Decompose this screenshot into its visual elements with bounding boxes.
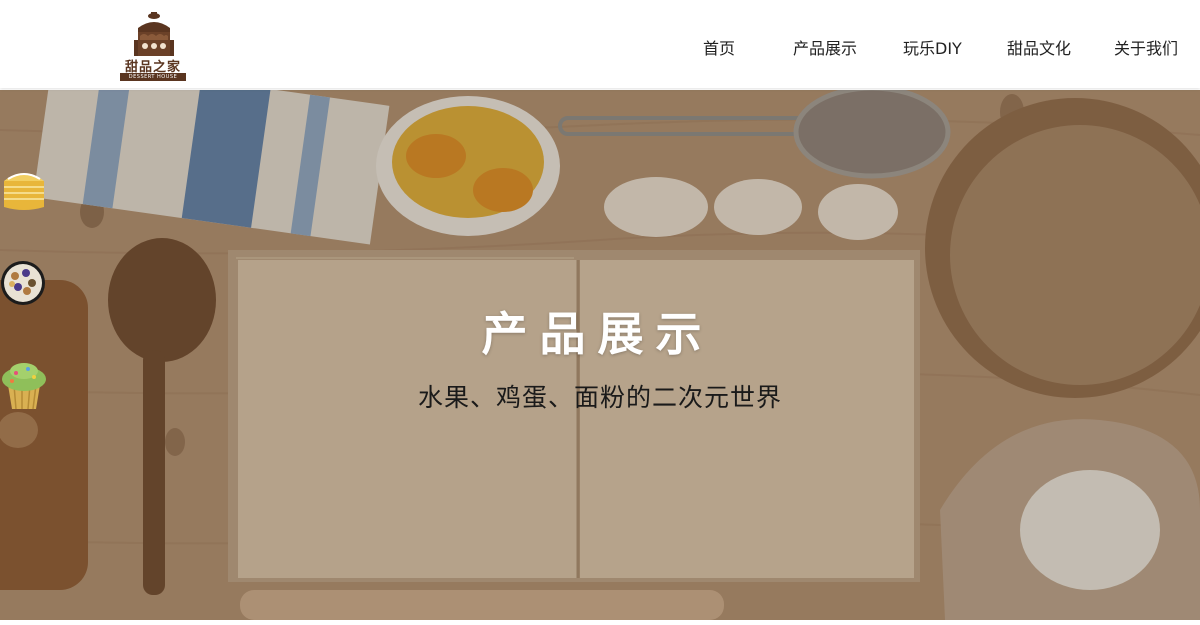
nav-item-home[interactable]: 首页 (703, 35, 735, 59)
hero-title: 产品展示 (481, 307, 714, 361)
site-header: 甜品之家 DESSERT HOUSE 首页 产品展示 玩乐DIY 甜品文化 关于… (0, 0, 1200, 88)
dessert-bowl-icon (1, 261, 45, 305)
side-crepe-cake-button[interactable] (0, 161, 48, 210)
side-dessert-bowl-button[interactable] (0, 259, 48, 307)
cupcake-icon (2, 363, 46, 410)
hero-subtitle: 水果、鸡蛋、面粉的二次元世界 (417, 383, 782, 412)
hero-banner: 产品展示 水果、鸡蛋、面粉的二次元世界 (0, 90, 1200, 620)
side-cupcake-button[interactable] (0, 359, 48, 410)
brand-subname: DESSERT HOUSE (120, 73, 186, 81)
nav-item-products[interactable]: 产品展示 (793, 35, 857, 59)
main-nav: 首页 产品展示 玩乐DIY 甜品文化 关于我们 (0, 35, 1200, 58)
nav-item-culture[interactable]: 甜品文化 (1007, 35, 1071, 59)
nav-item-diy[interactable]: 玩乐DIY (903, 35, 962, 59)
crepe-cake-icon (4, 173, 44, 210)
nav-item-about[interactable]: 关于我们 (1114, 35, 1178, 59)
bottom-edge (0, 620, 1200, 625)
